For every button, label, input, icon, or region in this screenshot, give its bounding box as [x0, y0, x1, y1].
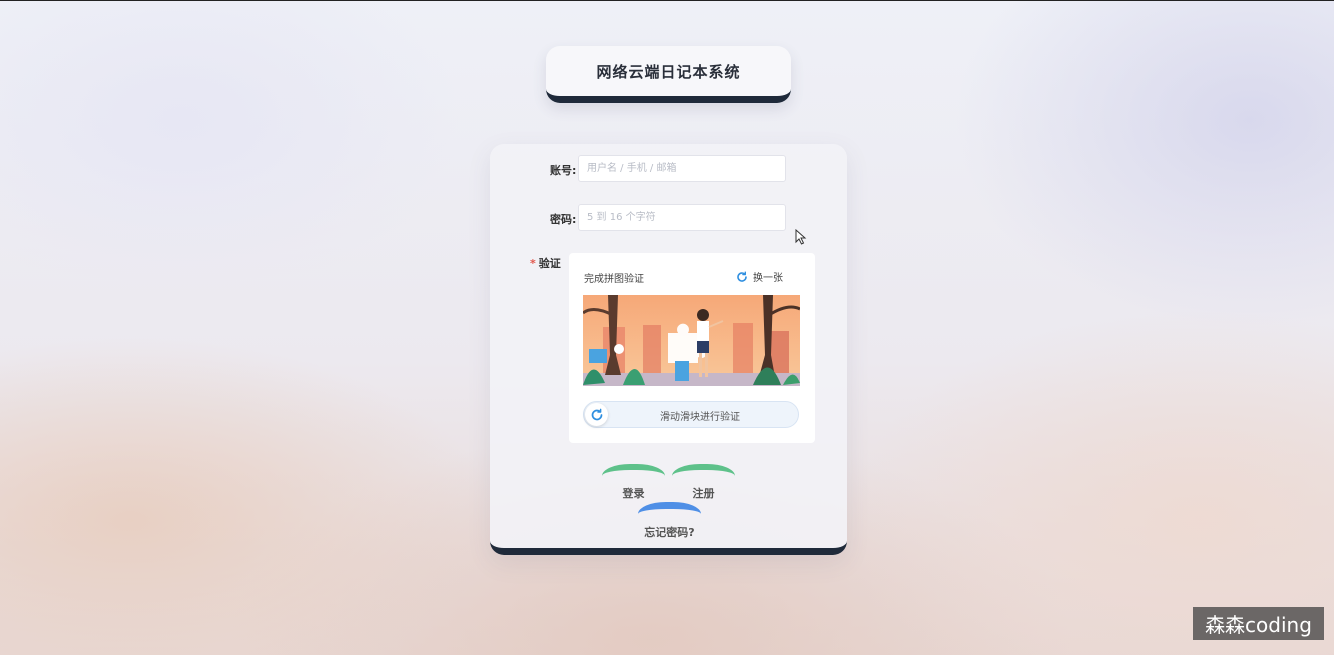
- captcha-slider-track[interactable]: 滑动滑块进行验证: [583, 401, 799, 428]
- register-button-label: 注册: [692, 487, 715, 500]
- mouse-cursor-icon: [795, 229, 807, 245]
- verify-label-wrap: * 验证: [530, 255, 561, 271]
- captcha-refresh-button[interactable]: 换一张: [736, 269, 783, 284]
- watermark: 森森coding: [1193, 607, 1324, 640]
- required-mark: *: [530, 257, 536, 270]
- login-button[interactable]: 登录: [602, 464, 665, 500]
- watermark-text: 森森coding: [1205, 613, 1312, 637]
- captcha-slider-text: 滑动滑块进行验证: [660, 412, 740, 423]
- title-card: 网络云端日记本系统: [546, 46, 791, 103]
- password-input[interactable]: [578, 204, 786, 231]
- captcha-image: [583, 295, 800, 386]
- verify-label: 验证: [538, 257, 561, 270]
- captcha-panel: 完成拼图验证 换一张 滑动滑块进行验证: [569, 253, 815, 443]
- forgot-password-label: 忘记密码?: [644, 526, 695, 539]
- account-label: 账号:: [550, 164, 577, 177]
- login-form: 账号: 密码: *验证 完成拼图验证 换一张: [490, 144, 847, 555]
- account-input[interactable]: [578, 155, 786, 182]
- register-button[interactable]: 注册: [672, 464, 735, 500]
- login-button-label: 登录: [622, 487, 645, 500]
- top-border: [0, 0, 1334, 1]
- refresh-icon: [737, 271, 747, 282]
- page-title: 网络云端日记本系统: [596, 62, 741, 81]
- puzzle-illustration: [583, 295, 800, 386]
- captcha-refresh-label: 换一张: [753, 273, 783, 284]
- captcha-title: 完成拼图验证: [584, 274, 644, 285]
- forgot-password-button[interactable]: 忘记密码?: [638, 502, 701, 539]
- password-label: 密码:: [550, 213, 577, 226]
